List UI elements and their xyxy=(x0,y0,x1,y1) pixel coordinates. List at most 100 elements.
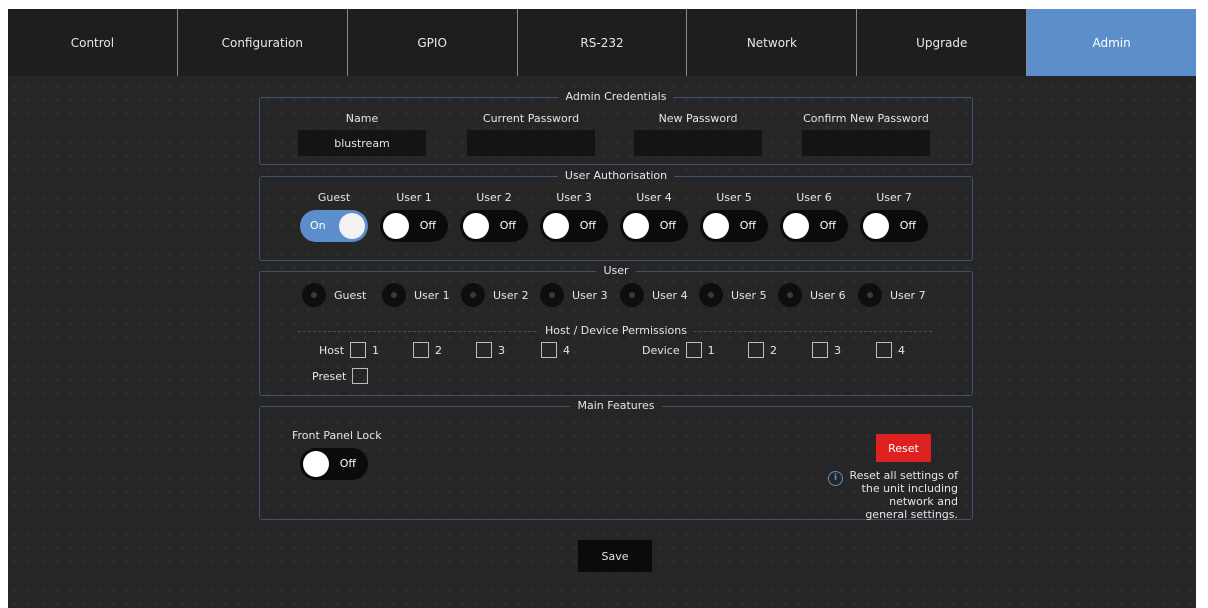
host-4-group: 4 xyxy=(541,342,570,358)
user-radio-user-5[interactable]: User 5 xyxy=(699,283,767,307)
host-4-label: 4 xyxy=(563,343,570,357)
host-label: Host xyxy=(319,343,345,357)
auth-user-5: User 5 Off xyxy=(700,191,768,242)
auth-user-1: User 1 Off xyxy=(380,191,448,242)
confirm-password-input[interactable] xyxy=(802,130,930,156)
toggle-knob xyxy=(623,213,649,239)
toggle-state: Off xyxy=(499,219,516,232)
user-radio-user-3[interactable]: User 3 xyxy=(540,283,608,307)
preset-checkbox[interactable] xyxy=(352,368,369,384)
toggle-knob xyxy=(863,213,889,239)
tab-gpio[interactable]: GPIO xyxy=(348,9,518,76)
tab-configuration[interactable]: Configuration xyxy=(178,9,348,76)
device-2-group: 2 xyxy=(748,342,777,358)
auth-user-3-label: User 3 xyxy=(556,191,592,204)
tab-admin[interactable]: Admin xyxy=(1027,9,1196,76)
device-1-label: 1 xyxy=(707,343,715,357)
tab-rs232[interactable]: RS-232 xyxy=(518,9,688,76)
auth-user-4-toggle[interactable]: Off xyxy=(620,210,688,242)
name-input[interactable] xyxy=(298,130,426,156)
auth-user-7-toggle[interactable]: Off xyxy=(860,210,928,242)
radio-button[interactable] xyxy=(461,283,485,307)
front-panel-lock-toggle[interactable]: Off xyxy=(300,448,368,480)
auth-user-3-toggle[interactable]: Off xyxy=(540,210,608,242)
auth-user-6-toggle[interactable]: Off xyxy=(780,210,848,242)
auth-user-2: User 2 Off xyxy=(460,191,528,242)
name-field-group: Name xyxy=(298,112,426,156)
device-3-checkbox[interactable] xyxy=(812,342,828,358)
toggle-state: Off xyxy=(579,219,596,232)
admin-credentials-section: Admin Credentials Name Current Password … xyxy=(259,90,973,165)
auth-user-5-toggle[interactable]: Off xyxy=(700,210,768,242)
user-section: User Guest User 1 User 2 User 3 User 4 U… xyxy=(259,264,973,396)
current-password-input[interactable] xyxy=(467,130,595,156)
auth-user-4-label: User 4 xyxy=(636,191,672,204)
device-4-checkbox[interactable] xyxy=(876,342,892,358)
user-radio-user-6[interactable]: User 6 xyxy=(778,283,846,307)
radio-button[interactable] xyxy=(858,283,882,307)
save-button[interactable]: Save xyxy=(578,540,652,572)
tab-upgrade[interactable]: Upgrade xyxy=(857,9,1028,76)
top-nav: Control Configuration GPIO RS-232 Networ… xyxy=(8,9,1196,76)
user-radio-user-1[interactable]: User 1 xyxy=(382,283,450,307)
auth-user-2-toggle[interactable]: Off xyxy=(460,210,528,242)
auth-guest-label: Guest xyxy=(317,191,351,204)
confirm-password-group: Confirm New Password xyxy=(802,112,930,156)
new-password-input[interactable] xyxy=(634,130,762,156)
device-2-checkbox[interactable] xyxy=(748,342,764,358)
current-password-group: Current Password xyxy=(467,112,595,156)
host-3-group: 3 xyxy=(476,342,505,358)
auth-user-3: User 3 Off xyxy=(540,191,608,242)
host-1-label: 1 xyxy=(372,343,380,357)
device-3-group: 3 xyxy=(812,342,841,358)
user-radio-guest[interactable]: Guest xyxy=(302,283,366,307)
toggle-knob xyxy=(463,213,489,239)
radio-button[interactable] xyxy=(699,283,723,307)
toggle-state: Off xyxy=(419,219,436,232)
radio-button[interactable] xyxy=(778,283,802,307)
radio-button[interactable] xyxy=(382,283,406,307)
radio-button[interactable] xyxy=(620,283,644,307)
device-label: Device xyxy=(642,343,680,357)
radio-label: User 7 xyxy=(890,288,926,302)
device-1-checkbox[interactable] xyxy=(685,342,702,358)
main-features-section: Main Features Front Panel Lock Off Reset… xyxy=(259,399,973,521)
toggle-knob xyxy=(303,451,329,477)
permissions-legend: Host / Device Permissions xyxy=(539,324,693,337)
host-2-label: 2 xyxy=(435,343,442,357)
new-password-group: New Password xyxy=(634,112,762,156)
tab-control[interactable]: Control xyxy=(8,9,178,76)
toggle-state: Off xyxy=(899,219,916,232)
auth-user-6-label: User 6 xyxy=(796,191,832,204)
reset-button[interactable]: Reset xyxy=(876,434,931,462)
auth-user-1-toggle[interactable]: Off xyxy=(380,210,448,242)
user-radio-user-2[interactable]: User 2 xyxy=(461,283,529,307)
host-1-checkbox[interactable] xyxy=(350,342,367,358)
user-authorisation-section: User Authorisation Guest On User 1 Off U… xyxy=(259,169,973,261)
auth-guest: Guest On xyxy=(300,191,368,242)
toggle-state: Off xyxy=(739,219,756,232)
host-2-checkbox[interactable] xyxy=(413,342,429,358)
host-2-group: 2 xyxy=(413,342,442,358)
host-permissions: Host 1 xyxy=(319,342,379,358)
radio-label: User 1 xyxy=(414,288,450,302)
user-radio-user-4[interactable]: User 4 xyxy=(620,283,688,307)
toggle-state: On xyxy=(310,219,326,232)
preset-label: Preset xyxy=(312,369,347,383)
admin-page: Control Configuration GPIO RS-232 Networ… xyxy=(8,9,1196,608)
host-4-checkbox[interactable] xyxy=(541,342,557,358)
user-radio-user-7[interactable]: User 7 xyxy=(858,283,926,307)
auth-guest-toggle[interactable]: On xyxy=(300,210,368,242)
toggle-knob xyxy=(543,213,569,239)
toggle-knob xyxy=(703,213,729,239)
confirm-password-label: Confirm New Password xyxy=(803,112,929,125)
toggle-state: Off xyxy=(339,457,356,470)
radio-label: User 3 xyxy=(572,288,608,302)
host-3-checkbox[interactable] xyxy=(476,342,492,358)
tab-network[interactable]: Network xyxy=(687,9,858,76)
radio-button[interactable] xyxy=(540,283,564,307)
new-password-label: New Password xyxy=(658,112,738,125)
current-password-label: Current Password xyxy=(482,112,580,125)
radio-button[interactable] xyxy=(302,283,326,307)
preset-permission: Preset xyxy=(312,368,369,384)
